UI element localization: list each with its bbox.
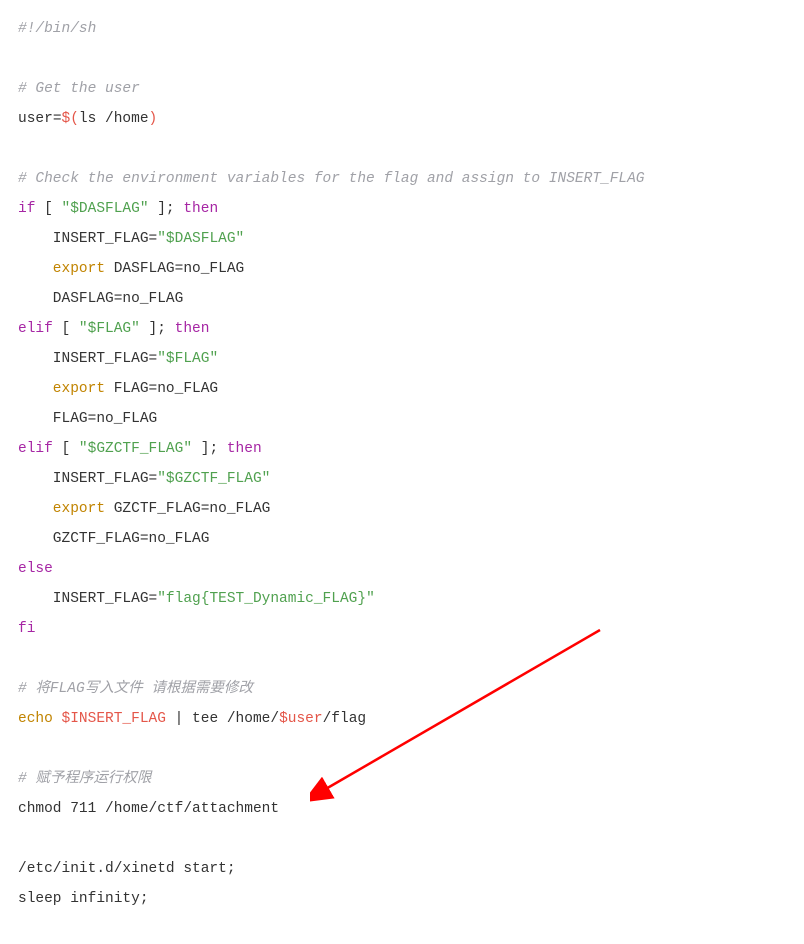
kw-elif-1: elif <box>18 321 53 337</box>
kw-export-3: export <box>18 501 105 517</box>
comment-flag-write: # 将FLAG写入文件 请根据需要修改 <box>18 681 253 697</box>
comment-chmod: # 赋予程序运行权限 <box>18 771 151 787</box>
kw-export-2: export <box>18 381 105 397</box>
kw-else: else <box>18 561 53 577</box>
code-block: #!/bin/sh # Get the user user=$(ls /home… <box>18 14 786 914</box>
kw-elif-2: elif <box>18 441 53 457</box>
comment-get-user: # Get the user <box>18 81 140 97</box>
comment-check-env: # Check the environment variables for th… <box>18 171 645 187</box>
kw-export-1: export <box>18 261 105 277</box>
kw-fi: fi <box>18 621 35 637</box>
kw-if: if <box>18 201 35 217</box>
var-user: user <box>18 111 53 127</box>
cmd-xinetd: /etc/init.d/xinetd start; <box>18 861 236 877</box>
cmd-sleep: sleep <box>18 891 62 907</box>
cmd-chmod: chmod <box>18 801 62 817</box>
cmd-echo: echo <box>18 711 53 727</box>
shebang: #!/bin/sh <box>18 21 96 37</box>
